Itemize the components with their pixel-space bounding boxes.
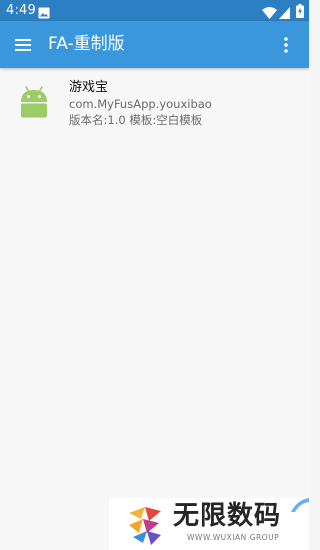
watermark-subtitle: WWW.WUXIAN GROUP — [187, 533, 280, 542]
corner-arc-decoration — [291, 498, 309, 512]
watermark-title: 无限数码 — [173, 501, 282, 531]
project-name: 游戏宝 — [69, 80, 109, 95]
menu-button[interactable] — [9, 31, 37, 59]
wuxian-logo-icon — [129, 507, 161, 545]
watermark: 无限数码 WWW.WUXIAN GROUP — [109, 498, 309, 550]
app-screen: 4:49 FA-重制版 游戏宝 com.MyFusApp.youxibao 版本… — [0, 0, 309, 550]
project-package: com.MyFusApp.youxibao — [69, 97, 212, 111]
hamburger-menu-icon — [15, 39, 31, 51]
project-list-item[interactable]: 游戏宝 com.MyFusApp.youxibao 版本名:1.0 模板:空白模… — [0, 68, 309, 134]
app-title: FA-重制版 — [48, 34, 125, 54]
battery-icon — [296, 3, 304, 22]
status-bar: 4:49 — [0, 0, 309, 21]
project-meta: 版本名:1.0 模板:空白模板 — [69, 113, 203, 127]
app-bar: FA-重制版 — [0, 21, 309, 68]
more-vert-icon — [284, 37, 288, 53]
android-robot-icon — [21, 86, 47, 118]
status-time: 4:49 — [6, 3, 36, 18]
more-options-button[interactable] — [273, 32, 299, 58]
